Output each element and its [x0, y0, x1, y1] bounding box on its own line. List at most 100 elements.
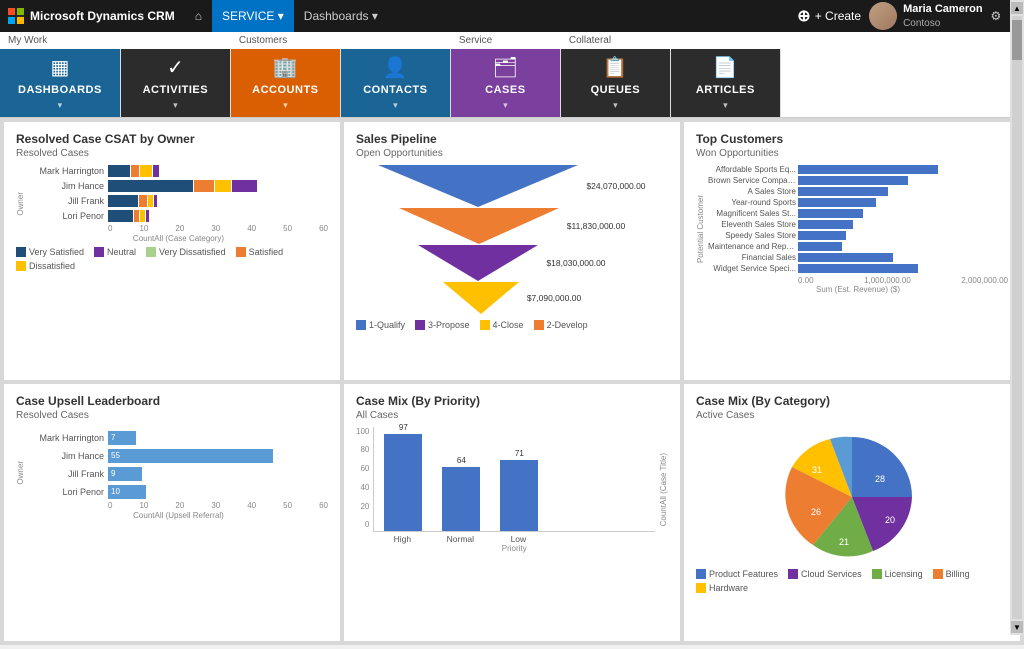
articles-arrow: ▾ [723, 100, 728, 111]
tc-row-6: Eleventh Sales Store [708, 220, 1008, 229]
funnel-label-4: $7,090,000.00 [527, 293, 581, 303]
funnel-shape-4 [443, 282, 519, 314]
chart4-row-jill: Jill Frank 9 [29, 467, 328, 481]
svg-text:26: 26 [811, 507, 821, 517]
tab-cases[interactable]: 🗂 CASES ▾ [451, 49, 561, 117]
cases-icon: 🗂 [493, 55, 518, 80]
chart5-subtitle: All Cases [356, 410, 668, 421]
tab-articles[interactable]: 📄 ARTICLES ▾ [671, 49, 781, 117]
dashboards-icon: ▦ [50, 55, 69, 80]
activities-icon: ✓ [167, 55, 184, 80]
scroll-track[interactable] [1012, 16, 1022, 619]
articles-label: ARTICLES [696, 84, 755, 96]
settings-icon[interactable]: ⚙ [991, 9, 1002, 23]
vertical-scrollbar[interactable]: ▲ ▼ [1010, 0, 1024, 635]
nav-home[interactable]: ⌂ [185, 0, 212, 32]
tc-row-8: Maintenance and Repa... [708, 242, 1008, 251]
chart1-row-mark: Mark Harrington [29, 165, 328, 177]
tc-row-5: Magnificent Sales St... [708, 209, 1008, 218]
app-title: Microsoft Dynamics CRM [30, 9, 175, 23]
tab-dashboards[interactable]: ▦ DASHBOARDS ▾ [0, 49, 121, 117]
queues-icon: 📋 [603, 55, 628, 80]
chart5-title: Case Mix (By Priority) [356, 394, 668, 408]
tc-row-3: A Sales Store [708, 187, 1008, 196]
queues-label: QUEUES [591, 84, 640, 96]
scroll-up-button[interactable]: ▲ [1011, 2, 1023, 14]
nav-tabs-collateral: 📋 QUEUES ▾ 📄 ARTICLES ▾ [561, 49, 781, 117]
chart1-subtitle: Resolved Cases [16, 148, 328, 159]
chart3-y-label: Potential Customer [696, 195, 706, 263]
nav-section-collateral-label: Collateral [561, 32, 781, 49]
chart1-x-label: CountAll (Case Category) [29, 234, 328, 243]
top-customers-chart: Potential Customer Affordable Sports Eq.… [696, 165, 1008, 294]
scroll-thumb[interactable] [1012, 20, 1022, 60]
chart-top-customers: Top Customers Won Opportunities Potentia… [684, 122, 1020, 380]
nav-dashboards[interactable]: Dashboards ▾ [294, 0, 388, 32]
chart1-x-axis: 0 10 20 30 40 50 60 [29, 224, 328, 233]
avatar [869, 2, 897, 30]
chart-case-mix-category: Case Mix (By Category) Active Cases [684, 384, 1020, 642]
chart5-x-label: Priority [373, 544, 655, 553]
chart-upsell-leaderboard: Case Upsell Leaderboard Resolved Cases O… [4, 384, 340, 642]
tab-activities[interactable]: ✓ ACTIVITIES ▾ [121, 49, 231, 117]
nav-tabs-customers: 🏢 ACCOUNTS ▾ 👤 CONTACTS ▾ [231, 49, 451, 117]
bar-high: 97 [384, 423, 422, 531]
funnel-chart: $24,070,000.00 $11,830,000.00 $18,030,00… [356, 165, 668, 314]
svg-text:21: 21 [839, 537, 849, 547]
funnel-label-1: $24,070,000.00 [586, 181, 645, 191]
chart1-bars: Mark Harrington Jim Hance [29, 165, 328, 222]
chart2-title: Sales Pipeline [356, 132, 668, 146]
dashboards-arrow: ▾ [58, 100, 63, 111]
tab-accounts[interactable]: 🏢 ACCOUNTS ▾ [231, 49, 341, 117]
funnel-layer-2: $11,830,000.00 [399, 208, 625, 244]
tc-row-4: Year-round Sports [708, 198, 1008, 207]
chart2-subtitle: Open Opportunities [356, 148, 668, 159]
chart1-row-jill: Jill Frank [29, 195, 328, 207]
svg-text:28: 28 [875, 474, 885, 484]
svg-text:31: 31 [812, 465, 822, 475]
navigation-tabs: My Work ▦ DASHBOARDS ▾ ✓ ACTIVITIES ▾ Cu… [0, 32, 1024, 118]
top-navigation: Microsoft Dynamics CRM ⌂ SERVICE ▾ Dashb… [0, 0, 1024, 32]
chart3-rows: Affordable Sports Eq... Brown Service Co… [708, 165, 1008, 273]
dashboard-content: Resolved Case CSAT by Owner Resolved Cas… [0, 118, 1024, 645]
user-name: Maria Cameron Contoso [903, 2, 982, 29]
create-button[interactable]: ⊕ + Create [797, 6, 861, 26]
cases-label: CASES [485, 84, 525, 96]
bar-normal: 64 [442, 456, 480, 531]
bar-low: 71 [500, 449, 538, 531]
chart4-subtitle: Resolved Cases [16, 410, 328, 421]
chart1-row-jim: Jim Hance [29, 180, 328, 192]
chart3-subtitle: Won Opportunities [696, 148, 1008, 159]
tc-row-10: Widget Service Speci... [708, 264, 1008, 273]
chart3-x-axis: 0.00 1,000,000.00 2,000,000.00 [708, 276, 1008, 285]
chart4-rows: Mark Harrington 7 Jim Hance 55 [29, 431, 328, 499]
accounts-arrow: ▾ [283, 100, 288, 111]
tc-row-1: Affordable Sports Eq... [708, 165, 1008, 174]
tab-queues[interactable]: 📋 QUEUES ▾ [561, 49, 671, 117]
nav-tabs-service: 🗂 CASES ▾ [451, 49, 561, 117]
user-info: Maria Cameron Contoso [869, 2, 982, 30]
nav-section-mywork-label: My Work [0, 32, 231, 49]
tab-contacts[interactable]: 👤 CONTACTS ▾ [341, 49, 451, 117]
chart2-legend: 1-Qualify 3-Propose 4-Close 2-Develop [356, 320, 668, 330]
scroll-down-button[interactable]: ▼ [1011, 621, 1023, 633]
funnel-label-2: $11,830,000.00 [567, 221, 625, 231]
chart4-row-jim: Jim Hance 55 [29, 449, 328, 463]
chart3-bars-area: Affordable Sports Eq... Brown Service Co… [708, 165, 1008, 294]
nav-section-mywork: My Work ▦ DASHBOARDS ▾ ✓ ACTIVITIES ▾ [0, 32, 231, 117]
chart-case-mix-priority: Case Mix (By Priority) All Cases 100 80 … [344, 384, 680, 642]
pie-chart-svg: 28 20 21 26 31 [772, 427, 932, 567]
accounts-label: ACCOUNTS [252, 84, 318, 96]
tc-row-2: Brown Service Compan... [708, 176, 1008, 185]
chart4-row-mark: Mark Harrington 7 [29, 431, 328, 445]
contacts-label: CONTACTS [363, 84, 427, 96]
app-logo[interactable]: Microsoft Dynamics CRM [8, 8, 175, 24]
chart5-bars: 97 64 71 [373, 427, 655, 532]
chart4-x-axis: 0 10 20 30 40 50 60 [29, 501, 328, 510]
chart6-pie-area: 28 20 21 26 31 [696, 427, 1008, 567]
chart1-y-label: Owner [16, 192, 25, 216]
chart5-y-axis: 100 80 60 40 20 0 [356, 427, 369, 532]
tc-row-9: Financial Sales [708, 253, 1008, 262]
chart1-legend: Very Satisfied Neutral Very Dissatisfied… [16, 247, 328, 271]
nav-service[interactable]: SERVICE ▾ [212, 0, 294, 32]
